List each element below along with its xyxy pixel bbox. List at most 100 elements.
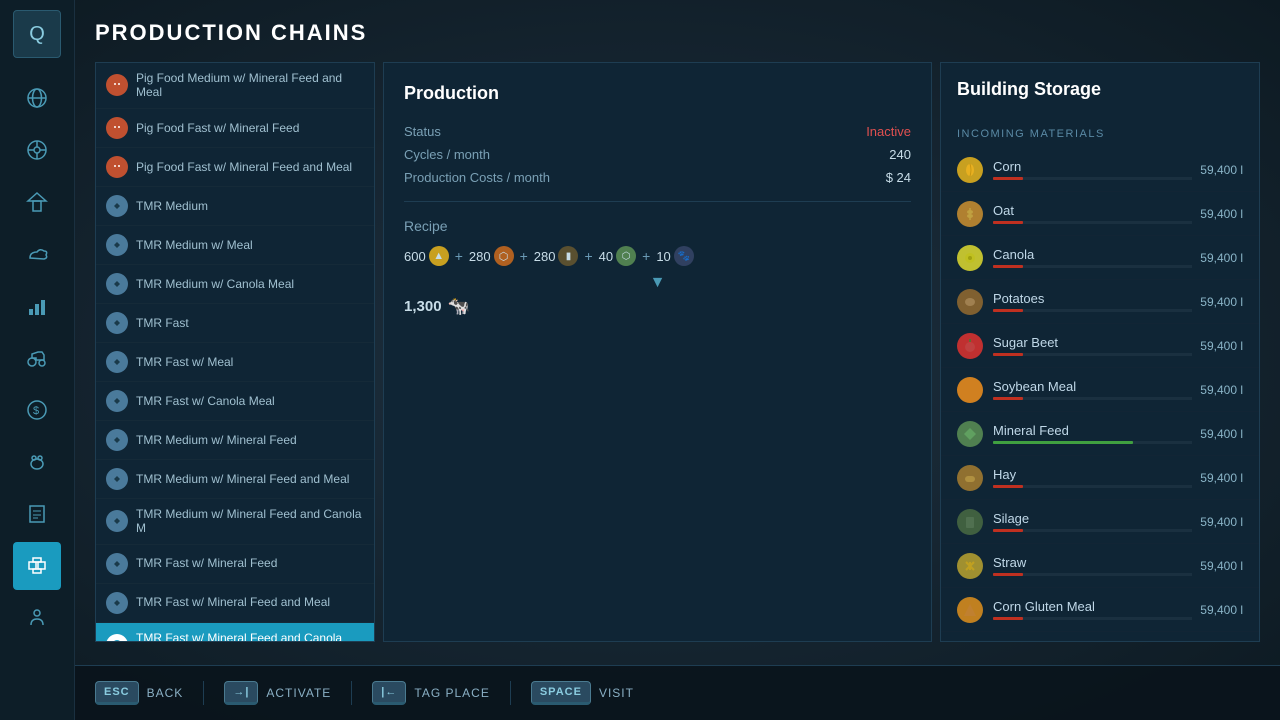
chain-item-7[interactable]: TMR Fast [96, 304, 374, 343]
sidebar-animals[interactable] [13, 438, 61, 486]
cycles-row: Cycles / month 240 [404, 147, 911, 162]
storage-value-4: 59,400 l [1200, 295, 1243, 309]
corn-icon: ▲ [429, 246, 449, 266]
svg-text:$: $ [33, 405, 39, 417]
storage-header: Building Storage [941, 63, 1259, 128]
cycles-label: Cycles / month [404, 147, 490, 162]
chain-item-13[interactable]: TMR Fast w/ Mineral Feed [96, 545, 374, 584]
sidebar-production[interactable] [13, 542, 61, 590]
storage-bar-container-2 [993, 221, 1192, 224]
storage-panel: Building Storage INCOMING MATERIALS Corn… [940, 62, 1260, 642]
storage-info-9: Silage [993, 511, 1192, 532]
chain-icon-13 [106, 553, 128, 575]
storage-bar-4 [993, 309, 1023, 312]
storage-bar-container-1 [993, 177, 1192, 180]
sidebar-money[interactable]: $ [13, 386, 61, 434]
chain-item-15[interactable]: TMR Fast w/ Mineral Feed and Canola Meal [96, 623, 374, 642]
chain-label-10: TMR Medium w/ Mineral Feed [136, 433, 297, 447]
chain-item-1[interactable]: Pig Food Medium w/ Mineral Feed and Meal [96, 63, 374, 109]
chain-item-2[interactable]: Pig Food Fast w/ Mineral Feed [96, 109, 374, 148]
chain-icon-4 [106, 195, 128, 217]
storage-name-1: Corn [993, 159, 1192, 174]
storage-bar-container-9 [993, 529, 1192, 532]
page-title: PRODUCTION CHAINS [95, 20, 1260, 46]
sidebar-farm[interactable] [13, 178, 61, 226]
key-cap-0: ESC [95, 681, 139, 705]
chain-item-9[interactable]: TMR Fast w/ Canola Meal [96, 382, 374, 421]
q-icon: Q [29, 23, 45, 46]
chain-icon-1 [106, 74, 128, 96]
mineral-icon: ⬡ [616, 246, 636, 266]
chain-item-11[interactable]: TMR Medium w/ Mineral Feed and Meal [96, 460, 374, 499]
key-button-back[interactable]: ESCBACK [95, 681, 183, 705]
storage-value-2: 59,400 l [1200, 207, 1243, 221]
storage-value-6: 59,400 l [1200, 383, 1243, 397]
chain-item-14[interactable]: TMR Fast w/ Mineral Feed and Meal [96, 584, 374, 623]
sidebar-globe[interactable] [13, 74, 61, 122]
chain-icon-7 [106, 312, 128, 334]
storage-info-8: Hay [993, 467, 1192, 488]
costs-label: Production Costs / month [404, 170, 550, 185]
storage-bar-container-7 [993, 441, 1192, 444]
storage-item-9: Silage59,400 l [941, 500, 1259, 544]
oat-icon: ⬡ [494, 246, 514, 266]
storage-item-11: Corn Gluten Meal59,400 l [941, 588, 1259, 632]
storage-icon-9 [957, 509, 983, 535]
storage-item-10: Straw59,400 l [941, 544, 1259, 588]
output-icon: 🐄 [448, 296, 470, 317]
key-separator-3 [510, 681, 511, 705]
divider [404, 201, 911, 202]
status-row: Status Inactive [404, 124, 911, 139]
chain-label-5: TMR Medium w/ Meal [136, 238, 253, 252]
chain-label-6: TMR Medium w/ Canola Meal [136, 277, 294, 291]
chain-item-10[interactable]: TMR Medium w/ Mineral Feed [96, 421, 374, 460]
storage-info-1: Corn [993, 159, 1192, 180]
storage-name-2: Oat [993, 203, 1192, 218]
key-button-activate[interactable]: →|ACTIVATE [224, 681, 331, 705]
storage-bar-container-10 [993, 573, 1192, 576]
sidebar-tractor[interactable] [13, 334, 61, 382]
chain-item-12[interactable]: TMR Medium w/ Mineral Feed and Canola M [96, 499, 374, 545]
sidebar-stats[interactable] [13, 282, 61, 330]
chain-icon-10 [106, 429, 128, 451]
storage-icon-7 [957, 421, 983, 447]
key-cap-1: →| [224, 681, 258, 705]
key-separator-1 [203, 681, 204, 705]
chain-icon-14 [106, 592, 128, 614]
chain-item-6[interactable]: TMR Medium w/ Canola Meal [96, 265, 374, 304]
chain-icon-8 [106, 351, 128, 373]
storage-value-10: 59,400 l [1200, 559, 1243, 573]
key-label-3: VISIT [599, 686, 634, 700]
key-button-tag-place[interactable]: |←TAG PLACE [372, 681, 490, 705]
storage-icon-6 [957, 377, 983, 403]
storage-info-11: Corn Gluten Meal [993, 599, 1192, 620]
key-button-visit[interactable]: SPACEVISIT [531, 681, 634, 705]
production-panel: Production Status Inactive Cycles / mont… [383, 62, 932, 642]
storage-name-11: Corn Gluten Meal [993, 599, 1192, 614]
chain-label-7: TMR Fast [136, 316, 189, 330]
extra-icon: 🐾 [674, 246, 694, 266]
storage-bar-1 [993, 177, 1023, 180]
chain-item-3[interactable]: Pig Food Fast w/ Mineral Feed and Meal [96, 148, 374, 187]
chain-item-5[interactable]: TMR Medium w/ Meal [96, 226, 374, 265]
chain-label-4: TMR Medium [136, 199, 208, 213]
sidebar-weather[interactable] [13, 230, 61, 278]
sidebar-contracts[interactable] [13, 490, 61, 538]
q-button[interactable]: Q [13, 10, 61, 58]
chain-list-panel: Pig Food Medium w/ Mineral Feed and Meal… [95, 62, 375, 642]
storage-item-7: Mineral Feed59,400 l [941, 412, 1259, 456]
production-title: Production [404, 83, 911, 104]
chain-item-4[interactable]: TMR Medium [96, 187, 374, 226]
storage-name-8: Hay [993, 467, 1192, 482]
chain-label-13: TMR Fast w/ Mineral Feed [136, 556, 277, 570]
storage-info-3: Canola [993, 247, 1192, 268]
storage-icon-10 [957, 553, 983, 579]
storage-info-4: Potatoes [993, 291, 1192, 312]
storage-icon-3 [957, 245, 983, 271]
chain-item-8[interactable]: TMR Fast w/ Meal [96, 343, 374, 382]
costs-value: $ 24 [886, 170, 911, 185]
chain-label-2: Pig Food Fast w/ Mineral Feed [136, 121, 299, 135]
sidebar-steering[interactable] [13, 126, 61, 174]
sidebar-misc[interactable] [13, 594, 61, 642]
storage-bar-container-11 [993, 617, 1192, 620]
